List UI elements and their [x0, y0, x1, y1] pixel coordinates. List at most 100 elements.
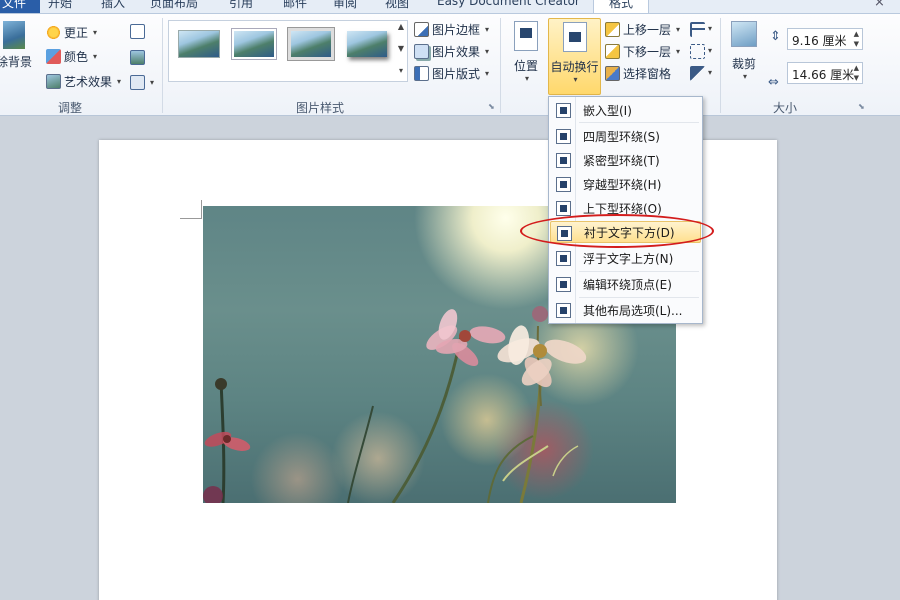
chevron-down-icon: ▾	[676, 24, 681, 34]
rotate-icon[interactable]	[690, 66, 705, 81]
bring-forward-button[interactable]: 上移一层 ▾	[605, 19, 680, 39]
artistic-effects-button[interactable]: 艺术效果 ▾	[46, 71, 121, 91]
picture-style-thumb[interactable]	[345, 28, 389, 60]
wrap-text-menu: 嵌入型(I) 四周型环绕(S) 紧密型环绕(T) 穿越型环绕(H) 上下型环绕(…	[548, 96, 703, 324]
group-objects-icon[interactable]	[690, 44, 705, 59]
tab-format[interactable]: 格式	[593, 0, 649, 13]
tab-home[interactable]: 开始	[48, 0, 72, 11]
menu-separator	[579, 122, 699, 123]
menu-item-tight[interactable]: 紧密型环绕(T)	[550, 149, 701, 171]
chevron-down-icon[interactable]: ▾	[708, 24, 712, 33]
tab-easy-document-creator[interactable]: Easy Document Creator	[437, 0, 580, 8]
align-icon[interactable]	[690, 22, 705, 37]
group-divider	[162, 18, 163, 113]
in-front-text-icon	[556, 251, 571, 266]
send-backward-button[interactable]: 下移一层 ▾	[605, 41, 680, 61]
tab-insert[interactable]: 插入	[101, 0, 125, 11]
picture-effects-label: 图片效果	[432, 44, 481, 59]
square-wrap-icon	[556, 129, 571, 144]
height-value: 9.16 厘米	[792, 34, 847, 48]
group-label-picture-styles: 图片样式	[295, 101, 344, 115]
position-icon	[514, 21, 538, 51]
picture-style-thumb[interactable]	[289, 28, 333, 60]
dialog-launcher-icon[interactable]: ⬊	[858, 102, 865, 111]
picture-layout-icon	[414, 65, 429, 81]
shape-height-input[interactable]: 9.16 厘米 ▲ ▼	[787, 28, 863, 50]
reset-picture-icon[interactable]	[130, 75, 145, 90]
picture-style-thumb[interactable]	[177, 28, 221, 60]
tight-wrap-icon	[556, 153, 571, 168]
picture-layout-label: 图片版式	[432, 66, 481, 81]
menu-item-square[interactable]: 四周型环绕(S)	[550, 125, 701, 147]
tab-page-layout[interactable]: 页面布局	[150, 0, 198, 11]
chevron-down-icon: ▾	[93, 27, 98, 37]
picture-effects-icon	[414, 43, 429, 59]
chevron-down-icon: ▾	[485, 24, 490, 34]
menu-item-label: 紧密型环绕(T)	[583, 153, 660, 168]
tab-view[interactable]: 视图	[385, 0, 409, 11]
picture-layout-button[interactable]: 图片版式 ▾	[414, 63, 489, 83]
selection-pane-button[interactable]: 选择窗格	[605, 63, 671, 83]
change-picture-icon[interactable]	[130, 50, 145, 65]
remove-background-button[interactable]: 除背景	[0, 18, 32, 70]
group-divider	[720, 18, 721, 113]
close-icon[interactable]: ×	[874, 0, 885, 10]
tab-file[interactable]: 文件	[0, 0, 40, 13]
corrections-button[interactable]: 更正 ▾	[46, 22, 97, 42]
picture-effects-button[interactable]: 图片效果 ▾	[414, 41, 489, 61]
remove-background-icon	[3, 21, 25, 49]
gallery-more-icon[interactable]: ▾	[395, 66, 407, 75]
tab-review[interactable]: 审阅	[333, 0, 357, 11]
more-layout-icon	[556, 303, 571, 318]
menu-item-label: 嵌入型(I)	[583, 103, 632, 118]
menu-item-label: 浮于文字上方(N)	[583, 251, 674, 266]
edit-wrap-points-icon	[556, 277, 571, 292]
menu-separator	[579, 271, 699, 272]
menu-item-label: 其他布局选项(L)...	[583, 303, 683, 318]
crop-button[interactable]: 裁剪 ▾	[727, 18, 761, 81]
chevron-down-icon[interactable]: ▾	[150, 78, 154, 87]
ribbon: 除背景 更正 ▾ 颜色 ▾ 艺术效果 ▾ ▾ 调整 ▲ ▼ ▾ 图片边框 ▾ 图片效果 ▾…	[0, 14, 900, 116]
dialog-launcher-icon[interactable]: ⬊	[488, 102, 495, 111]
crop-icon	[731, 21, 757, 47]
selection-pane-icon	[605, 65, 620, 81]
menu-item-edit-wrap-points[interactable]: 编辑环绕顶点(E)	[550, 273, 701, 295]
gallery-scroll-down-icon[interactable]: ▼	[395, 44, 407, 53]
wrap-text-icon	[562, 22, 587, 52]
tab-references[interactable]: 引用	[229, 0, 253, 11]
margin-marker	[201, 200, 202, 219]
color-label: 颜色	[64, 49, 89, 64]
picture-styles-gallery[interactable]	[168, 20, 408, 82]
color-icon	[46, 48, 61, 64]
position-button[interactable]: 位置 ▾	[508, 18, 544, 83]
chevron-down-icon: ▾	[524, 74, 529, 83]
spinner-arrows-icon[interactable]: ▲ ▼	[854, 29, 859, 49]
menu-item-label: 穿越型环绕(H)	[583, 177, 662, 192]
spinner-arrows-icon[interactable]: ▲ ▼	[854, 63, 859, 83]
position-label: 位置	[513, 59, 538, 73]
chevron-down-icon[interactable]: ▾	[708, 68, 712, 77]
picture-style-thumb[interactable]	[232, 28, 276, 60]
annotation-oval	[520, 214, 714, 248]
shape-width-input[interactable]: 14.66 厘米 ▲ ▼	[787, 62, 863, 84]
bring-forward-icon	[605, 21, 620, 37]
picture-border-button[interactable]: 图片边框 ▾	[414, 19, 489, 39]
menu-item-label: 编辑环绕顶点(E)	[583, 277, 672, 292]
menu-item-in-front-text[interactable]: 浮于文字上方(N)	[550, 247, 701, 269]
chevron-down-icon: ▾	[93, 51, 98, 61]
artistic-effects-icon	[46, 73, 61, 89]
menu-item-more-layout[interactable]: 其他布局选项(L)...	[550, 299, 701, 321]
tab-mailings[interactable]: 邮件	[283, 0, 307, 11]
sun-icon	[46, 24, 61, 40]
chevron-down-icon[interactable]: ▾	[708, 46, 712, 55]
gallery-scroll-up-icon[interactable]: ▲	[395, 22, 407, 31]
width-value: 14.66 厘米	[792, 68, 855, 82]
ribbon-tab-strip: 文件 开始 插入 页面布局 引用 邮件 审阅 视图 Easy Document …	[0, 0, 900, 14]
menu-item-through[interactable]: 穿越型环绕(H)	[550, 173, 701, 195]
margin-marker	[180, 218, 202, 219]
bring-forward-label: 上移一层	[623, 22, 672, 37]
color-button[interactable]: 颜色 ▾	[46, 46, 97, 66]
menu-item-inline[interactable]: 嵌入型(I)	[550, 99, 701, 121]
wrap-text-button[interactable]: 自动换行 ▾	[548, 18, 601, 95]
compress-pictures-icon[interactable]	[130, 24, 145, 39]
